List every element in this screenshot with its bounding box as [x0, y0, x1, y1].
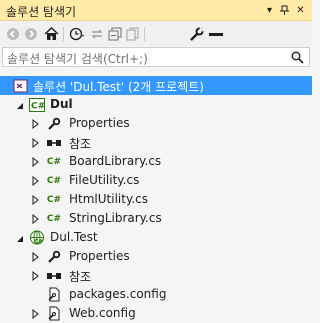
- tree-item-properties[interactable]: Properties: [0, 114, 312, 133]
- forward-icon[interactable]: [22, 25, 40, 43]
- references-icon: [46, 268, 62, 283]
- show-all-files-icon[interactable]: [124, 25, 142, 43]
- project-name: Dul: [50, 97, 73, 111]
- file-label: HtmlUtility.cs: [69, 192, 149, 206]
- search-input[interactable]: 솔루션 탐색기 검색(Ctrl+;): [2, 47, 310, 67]
- collapsed-arrow-icon[interactable]: [32, 251, 42, 263]
- wrench-icon: [46, 249, 62, 264]
- solution-icon: [12, 78, 28, 93]
- tree-item-solution[interactable]: 솔루션 'Dul.Test' (2개 프로젝트): [0, 76, 312, 95]
- references-label: 참조: [69, 137, 92, 151]
- project-name: Dul.Test: [50, 230, 98, 244]
- tree-item-references[interactable]: 참조: [0, 266, 312, 285]
- collapsed-arrow-icon[interactable]: [32, 156, 42, 168]
- tree-item-file[interactable]: C# HtmlUtility.cs: [0, 190, 312, 209]
- dropdown-icon[interactable]: ▾: [262, 3, 277, 18]
- tree-item-project-dul-test[interactable]: C# Dul.Test: [0, 228, 312, 247]
- csharp-project-icon: C#: [29, 97, 45, 112]
- toolbar-separator: [144, 27, 145, 41]
- collapsed-arrow-icon[interactable]: [32, 270, 42, 282]
- csharp-file-icon: C#: [46, 156, 62, 167]
- pin-icon[interactable]: [277, 3, 292, 18]
- config-file-icon: [46, 306, 62, 321]
- config-file-icon: [46, 287, 62, 302]
- file-label: BoardLibrary.cs: [69, 154, 162, 168]
- file-label: Web.config: [69, 306, 136, 320]
- collapsed-arrow-icon[interactable]: [32, 175, 42, 187]
- properties-label: Properties: [69, 116, 130, 130]
- file-label: FileUtility.cs: [69, 173, 140, 187]
- history-icon[interactable]: [68, 25, 86, 43]
- solution-label: 솔루션 'Dul.Test' (2개 프로젝트): [33, 80, 204, 94]
- home-icon[interactable]: [42, 25, 60, 43]
- references-icon: [46, 135, 62, 150]
- csharp-file-icon: C#: [46, 213, 62, 224]
- properties-icon[interactable]: [187, 25, 205, 43]
- tree-item-file[interactable]: C# StringLibrary.cs: [0, 209, 312, 228]
- panel-title: 솔루션 탐색기: [6, 5, 77, 19]
- collapsed-arrow-icon[interactable]: [32, 213, 42, 225]
- svg-text:C#: C#: [31, 101, 45, 111]
- wrench-icon: [46, 116, 62, 131]
- properties-label: Properties: [69, 249, 130, 263]
- references-label: 참조: [69, 270, 92, 284]
- tree-item-file[interactable]: Web.config: [0, 304, 312, 323]
- title-bar: 솔루션 탐색기 ▾ ✕: [0, 0, 312, 21]
- collapsed-arrow-icon[interactable]: [32, 137, 42, 149]
- file-label: StringLibrary.cs: [69, 211, 162, 225]
- solution-explorer-panel: 솔루션 탐색기 ▾ ✕ 솔루션 탐색기 검색(Ctrl+;) 솔루션 'Dul.…: [0, 0, 312, 321]
- collapsed-arrow-icon[interactable]: [32, 308, 42, 320]
- collapsed-arrow-icon[interactable]: [32, 118, 42, 130]
- tree-item-references[interactable]: 참조: [0, 133, 312, 152]
- csharp-file-icon: C#: [46, 194, 62, 205]
- search-placeholder: 솔루션 탐색기 검색(Ctrl+;): [7, 52, 148, 66]
- csharp-file-icon: C#: [46, 175, 62, 186]
- web-project-icon: C#: [29, 230, 45, 245]
- tree-item-properties[interactable]: Properties: [0, 247, 312, 266]
- collapsed-arrow-icon[interactable]: [32, 194, 42, 206]
- file-label: packages.config: [69, 287, 167, 301]
- close-icon[interactable]: ✕: [293, 3, 308, 18]
- sync-icon[interactable]: [88, 25, 106, 43]
- tree-item-project-dul[interactable]: C# Dul: [0, 95, 312, 114]
- minus-icon[interactable]: [207, 25, 225, 43]
- tree-item-file[interactable]: C# BoardLibrary.cs: [0, 152, 312, 171]
- tree-item-file[interactable]: packages.config: [0, 285, 312, 304]
- expanded-arrow-icon[interactable]: [16, 99, 26, 109]
- collapse-all-icon[interactable]: [106, 25, 124, 43]
- toolbar-separator: [63, 27, 64, 41]
- back-icon[interactable]: [4, 25, 22, 43]
- toolbar: [0, 21, 312, 46]
- svg-text:C#: C#: [34, 239, 43, 246]
- search-icon[interactable]: [291, 51, 305, 65]
- expanded-arrow-icon[interactable]: [16, 232, 26, 242]
- tree-item-file[interactable]: C# FileUtility.cs: [0, 171, 312, 190]
